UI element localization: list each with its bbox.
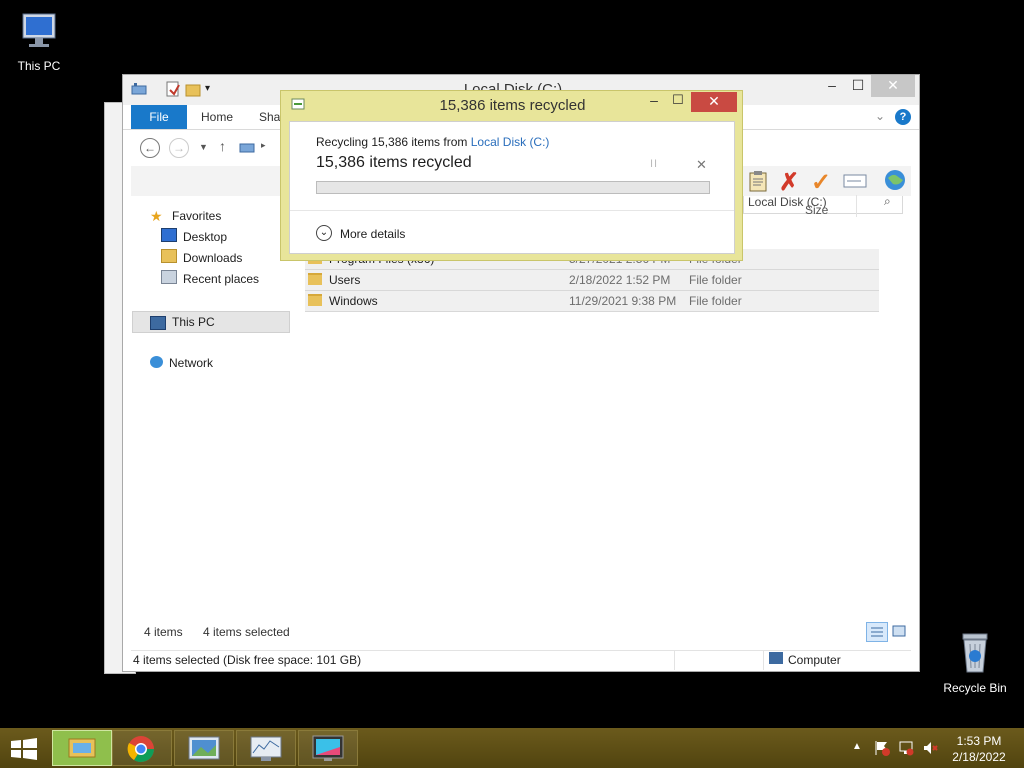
desktop-icon-this-pc[interactable]: This PC [0,10,84,73]
computer-icon [22,13,56,47]
folder-icon [308,294,322,306]
status-zone: Computer [788,653,841,667]
back-button[interactable]: ← [140,138,160,158]
dialog-minimize-button[interactable]: – [643,92,665,108]
recent-locations-icon[interactable]: ▼ [199,142,208,152]
help-icon[interactable]: ? [895,109,911,125]
clock[interactable]: 1:53 PM 2/18/2022 [944,733,1014,765]
nav-recent-places[interactable]: Recent places [161,269,259,289]
recycling-info: Recycling 15,386 items from Local Disk (… [316,135,549,149]
chrome-icon [127,736,155,763]
maximize-button[interactable]: ☐ [845,75,871,97]
file-row[interactable]: Users 2/18/2022 1:52 PM File folder [305,270,879,291]
progress-bar [316,181,710,194]
nav-network-label: Network [169,356,214,370]
file-date: 11/29/2021 9:38 PM [569,294,677,308]
this-pc-label: This PC [17,59,61,73]
status-item-count: 4 items [144,625,183,639]
status-bar: 4 items selected (Disk free space: 101 G… [131,650,911,670]
image-viewer-icon [188,736,220,760]
stop-button[interactable]: ✕ [696,157,707,173]
folder-icon [308,273,322,285]
file-type: File folder [689,294,742,308]
windows-logo-icon [11,738,37,760]
nav-favorites-label: Favorites [172,209,222,223]
taskbar-chrome[interactable] [112,730,172,766]
display-icon [312,735,344,761]
downloads-icon [161,249,177,263]
file-row[interactable]: Windows 11/29/2021 9:38 PM File folder [305,291,879,312]
minimize-button[interactable]: – [817,75,847,97]
file-name: Windows [329,294,378,308]
globe-icon[interactable] [883,168,907,195]
chevron-down-icon[interactable]: ⌄ [316,225,332,241]
file-type: File folder [689,273,742,287]
clock-date: 2/18/2022 [952,750,1006,764]
large-icons-view-button[interactable] [891,623,907,639]
source-location-link[interactable]: Local Disk (C:) [471,135,550,149]
nav-favorites[interactable]: ★ Favorites [150,206,221,226]
ribbon-expand-icon[interactable]: ⌄ [875,109,885,123]
more-details-button[interactable]: More details [340,227,405,241]
taskbar-file-explorer[interactable] [52,730,112,766]
start-button[interactable] [10,738,38,760]
recent-places-icon [161,270,177,284]
status-disk-info: 4 items selected (Disk free space: 101 G… [133,653,362,667]
pause-button[interactable]: II [650,158,658,170]
forward-button[interactable]: → [169,138,189,158]
delete-icon[interactable]: ✗ [779,168,799,197]
nav-this-pc[interactable]: This PC [132,311,290,333]
recycling-prefix: Recycling 15,386 items from [316,135,468,149]
taskbar-display[interactable] [298,730,358,766]
recycle-bin-label: Recycle Bin [943,681,1007,695]
network-icon [150,356,163,368]
details-view-button[interactable] [866,622,888,642]
network-status-icon[interactable] [898,740,914,756]
apply-icon[interactable]: ✓ [811,168,831,197]
nav-recent-label: Recent places [183,272,260,286]
dialog-content: Recycling 15,386 items from Local Disk (… [289,121,735,254]
monitor-chart-icon [250,736,282,761]
show-hidden-icons-button[interactable]: ▲ [852,741,862,752]
folder-icon [68,738,96,758]
computer-icon [150,316,166,330]
close-button[interactable]: ✕ [871,75,915,97]
column-header-size[interactable]: Size [805,203,828,217]
taskbar: ▲ 1:53 PM 2/18/2022 [0,728,1024,768]
nav-desktop[interactable]: Desktop [161,227,227,247]
tab-file[interactable]: File [131,105,187,129]
up-button[interactable]: ↑ [219,138,226,154]
nav-desktop-label: Desktop [183,230,228,244]
taskbar-resource-monitor[interactable] [236,730,296,766]
file-date: 2/18/2022 1:52 PM [569,273,671,287]
nav-downloads[interactable]: Downloads [161,248,242,268]
paste-icon[interactable] [747,170,769,195]
status-selected-count: 4 items selected [203,625,290,639]
dialog-maximize-button[interactable]: ☐ [667,92,689,108]
volume-muted-icon[interactable] [922,740,938,756]
desktop-icon-recycle-bin[interactable]: Recycle Bin [930,630,1020,695]
progress-headline: 15,386 items recycled [316,154,472,171]
file-name: Users [329,273,361,287]
nav-this-pc-label: This PC [172,315,215,329]
address-bar[interactable]: ▸ [235,136,275,158]
taskbar-photos[interactable] [174,730,234,766]
recycle-progress-dialog[interactable]: 15,386 items recycled – ☐ ✕ Recycling 15… [280,90,743,261]
dialog-close-button[interactable]: ✕ [691,92,737,112]
action-center-flag-icon[interactable] [874,740,890,756]
computer-zone-icon [769,652,783,664]
clock-time: 1:53 PM [956,734,1002,748]
desktop-icon [161,228,177,242]
nav-downloads-label: Downloads [183,251,243,265]
rename-icon[interactable] [843,172,867,193]
nav-network[interactable]: Network [150,353,213,373]
star-icon: ★ [150,208,163,224]
search-icon: ⌕ [884,194,891,208]
recycle-bin-icon [962,633,988,673]
tab-home[interactable]: Home [189,105,245,129]
